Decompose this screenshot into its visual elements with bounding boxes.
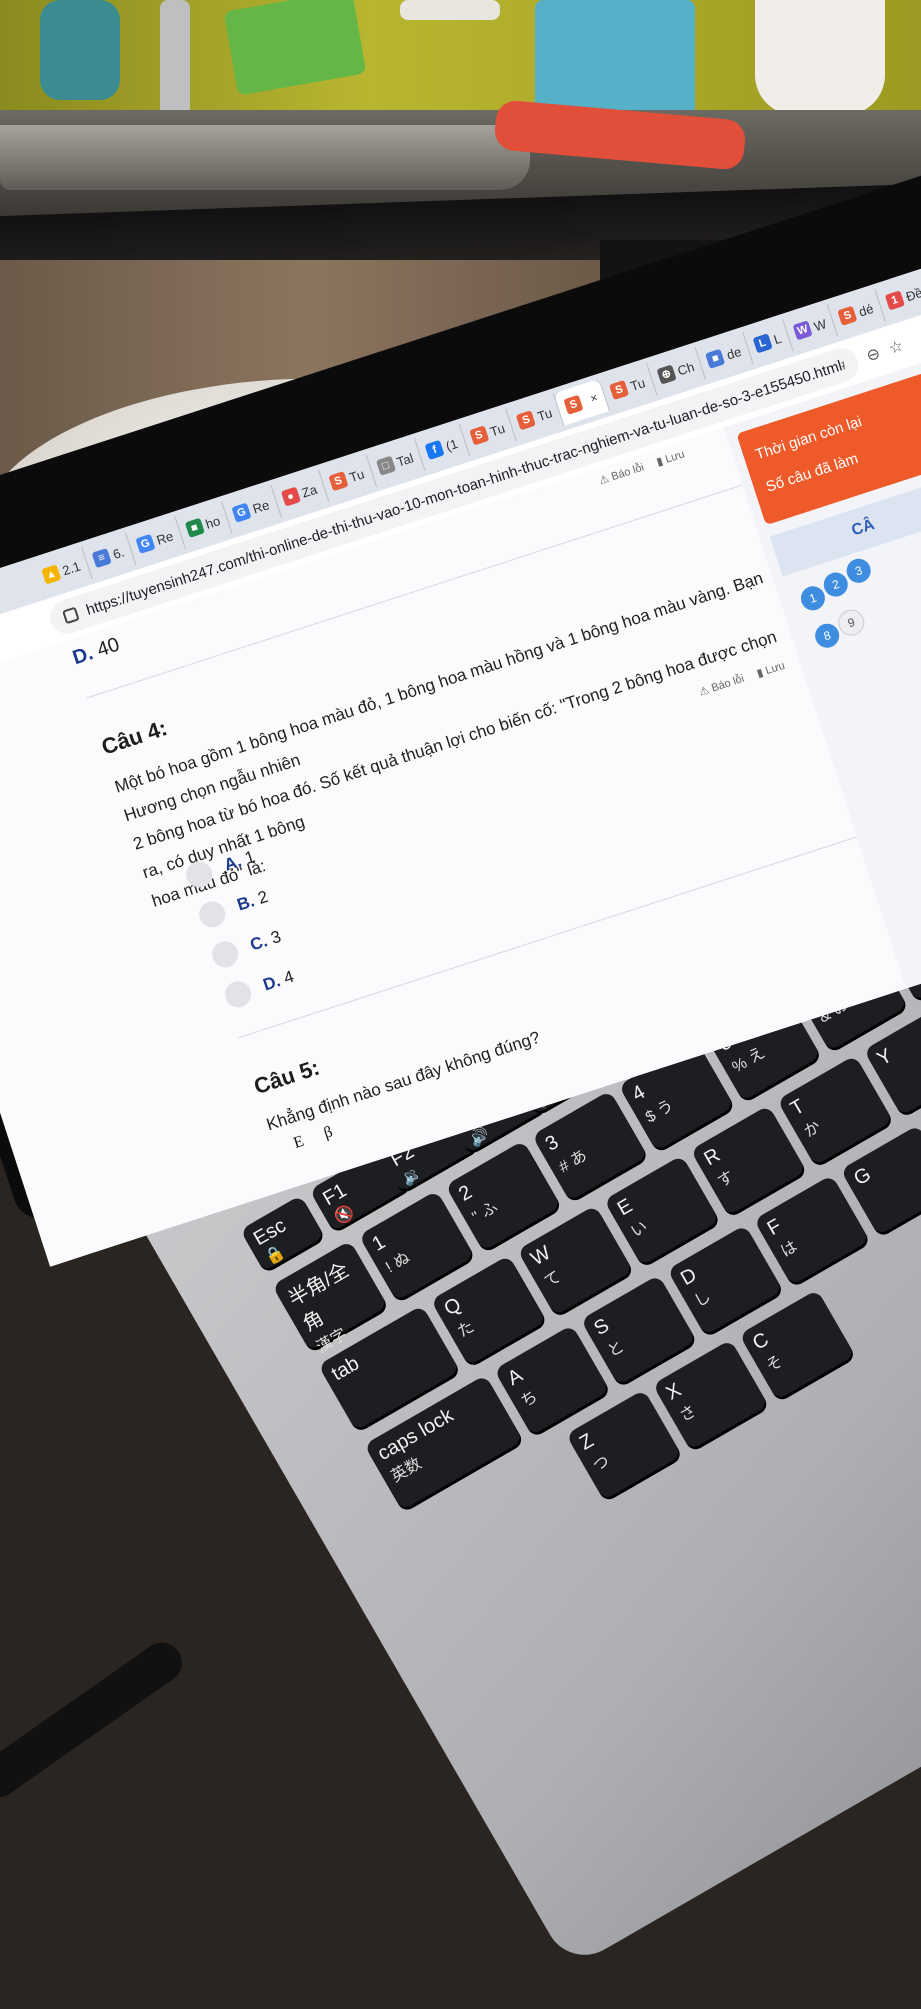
tab-label: Ch <box>675 358 696 379</box>
tab-favicon-icon: S <box>516 410 537 431</box>
lock-icon <box>62 606 80 625</box>
blue-cup <box>40 0 120 100</box>
tab-label: W <box>811 315 829 334</box>
tab-label: ho <box>203 512 222 532</box>
tab-label: L <box>771 330 784 347</box>
tab-label: Tu <box>347 465 367 485</box>
faucet <box>160 0 190 120</box>
tab-favicon-icon: G <box>231 502 252 523</box>
bookmark-star-icon[interactable]: ☆ <box>886 336 906 359</box>
tab-favicon-icon: ⊕ <box>656 364 677 385</box>
question-number-answered[interactable]: 3 <box>843 555 874 586</box>
tab-favicon-icon: ▲ <box>41 564 62 585</box>
tab-label: de <box>724 343 744 363</box>
sink-basin <box>0 125 530 190</box>
tab-favicon-icon: L <box>752 333 773 354</box>
tab-favicon-icon: W <box>792 320 813 341</box>
tab-label: Re <box>250 496 272 517</box>
tab-favicon-icon: S <box>609 379 630 401</box>
tab-favicon-icon: S <box>837 305 858 326</box>
tab-favicon-icon: ■ <box>184 517 205 539</box>
tab-label: dé <box>856 300 876 320</box>
tab-favicon-icon: 1 <box>884 290 905 311</box>
electric-kettle <box>755 0 885 115</box>
tab-favicon-icon: □ <box>375 455 396 476</box>
radio-button[interactable] <box>195 898 229 931</box>
option-d[interactable]: D. 4 <box>221 964 298 1011</box>
blue-utensil-box <box>535 0 695 120</box>
charging-cable <box>0 1634 190 1806</box>
key-label: Y <box>873 1044 897 1071</box>
tab-favicon-icon: ≡ <box>91 548 112 569</box>
question-5-title: Câu 5: <box>250 1054 323 1100</box>
previous-option-d[interactable]: D. 40 <box>70 634 123 671</box>
tab-label: Tu <box>488 420 507 439</box>
radio-button[interactable] <box>208 937 242 971</box>
radio-button[interactable] <box>221 977 255 1011</box>
option-text: 40 <box>94 633 123 662</box>
question-4-title: Câu 4: <box>98 715 171 760</box>
tab-label: Tu <box>628 374 647 394</box>
tab-favicon-icon: G <box>135 533 156 554</box>
point-label: E <box>291 1132 307 1152</box>
tab-label: Tal <box>394 449 416 470</box>
option-letter: D. <box>70 642 96 670</box>
tab-label: 2.1 <box>60 558 83 578</box>
tab-favicon-icon: S <box>328 471 349 492</box>
save-link[interactable]: ▮ Lưu <box>655 447 686 468</box>
key-label: G <box>850 1163 875 1191</box>
tab-favicon-icon: ■ <box>705 348 726 369</box>
white-box <box>400 0 500 20</box>
angle-label: β <box>321 1123 335 1143</box>
tab-label: Tu <box>535 404 554 424</box>
close-tab-icon[interactable]: × <box>588 390 599 405</box>
tab-favicon-icon: f <box>424 439 445 460</box>
question-number-unanswered[interactable]: 9 <box>834 606 868 639</box>
divider <box>238 836 857 1039</box>
tab-favicon-icon: S <box>468 425 490 446</box>
zoom-icon[interactable]: ⊖ <box>864 343 883 366</box>
tab-label: Za <box>299 481 319 501</box>
option-c[interactable]: C. 3 <box>208 924 285 971</box>
tab-favicon-icon: S <box>563 394 584 415</box>
tab-label: Re <box>154 527 175 548</box>
tab-label: (1 <box>443 435 460 454</box>
tab-favicon-icon: ● <box>280 486 301 507</box>
tab-label: Đề <box>903 284 921 304</box>
tab-label: 6. <box>110 543 126 562</box>
